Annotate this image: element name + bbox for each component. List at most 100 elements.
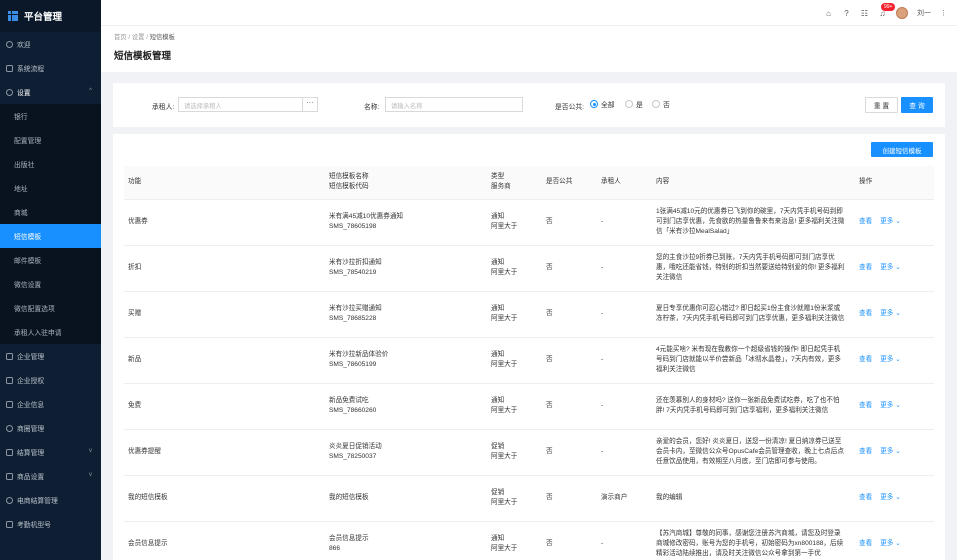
- view-link[interactable]: 查看: [859, 540, 872, 547]
- sidebar-item-7[interactable]: 电商结算管理: [0, 488, 101, 512]
- sidebar-item-10[interactable]: 承租人入驻申请: [0, 320, 101, 344]
- template-name: 我的短信模板: [329, 494, 369, 501]
- sidebar-item-2[interactable]: 企业授权: [0, 368, 101, 392]
- monitor-icon: [6, 400, 13, 408]
- cell-ops: 查看 更多 ⌄: [855, 291, 934, 338]
- template-provider: 阿里大于: [491, 315, 518, 322]
- sidebar-item-3[interactable]: 设置 ^: [0, 80, 101, 104]
- template-name: 会员信息提示: [329, 535, 369, 542]
- cell-ops: 查看 更多 ⌄: [855, 337, 934, 384]
- app-logo[interactable]: 平台管理: [0, 0, 101, 32]
- template-code: SMS_78685228: [329, 315, 377, 322]
- template-code: 866: [329, 545, 341, 552]
- monitor-icon: [6, 64, 13, 72]
- more-dropdown[interactable]: 更多 ⌄: [880, 494, 901, 501]
- more-dropdown[interactable]: 更多 ⌄: [880, 448, 901, 455]
- create-template-button[interactable]: 创建短信模板: [871, 142, 933, 157]
- circle-icon: [6, 496, 13, 504]
- bell-icon[interactable]: ♫ 99+: [878, 2, 896, 18]
- cell-ops: 查看 更多 ⌄: [855, 475, 934, 522]
- view-link[interactable]: 查看: [859, 448, 872, 455]
- radio-no-circle[interactable]: [652, 100, 660, 108]
- search-button[interactable]: 查 询: [901, 97, 933, 113]
- view-link[interactable]: 查看: [859, 356, 872, 363]
- sidebar-item-9[interactable]: 微信配置选项: [0, 296, 101, 320]
- table-row: 会员信息提示 会员信息提示 866 通知 阿里大于否 - 【苏汽商城】尊敬的同事，感谢您注册…: [124, 521, 934, 560]
- radio-yes-circle[interactable]: [625, 100, 633, 108]
- view-link[interactable]: 查看: [859, 264, 872, 271]
- view-link[interactable]: 查看: [859, 218, 872, 225]
- sidebar-item-8[interactable]: 微信设置: [0, 272, 101, 296]
- filter-panel: 承租人: 请选择承租人 ··· 名称: 请输入名称 是否公共: 全部 是 否 重…: [113, 83, 945, 127]
- sidebar-item-5[interactable]: 结算管理 v: [0, 440, 101, 464]
- cell-type: 通知 阿里大于: [487, 291, 542, 338]
- more-dropdown[interactable]: 更多 ⌄: [880, 402, 901, 409]
- avatar[interactable]: [896, 7, 908, 19]
- sidebar-item-4[interactable]: 地址: [0, 176, 101, 200]
- cell-public: 否: [542, 383, 597, 430]
- radio-no[interactable]: 否: [652, 99, 670, 109]
- more-dropdown[interactable]: 更多 ⌄: [880, 218, 901, 225]
- cell-name: 米有沙拉折扣通知 SMS_78540219: [325, 245, 487, 292]
- sidebar-item-2[interactable]: 配置管理: [0, 128, 101, 152]
- more-dropdown[interactable]: 更多 ⌄: [880, 310, 901, 317]
- sidebar-item-6[interactable]: 商品设置 v: [0, 464, 101, 488]
- user-name[interactable]: 刘一: [917, 8, 931, 18]
- page-header: 首页 / 设置 / 短信模板 短信模板管理: [101, 26, 957, 72]
- sidebar-item-6[interactable]: 短信模板: [0, 224, 101, 248]
- cell-content: 您的主食沙拉9折券已到账，7天内凭手机号码即可到门店享优惠，哦吃还能省钱，特别的…: [652, 245, 855, 292]
- more-dropdown[interactable]: 更多 ⌄: [880, 540, 901, 547]
- cell-type: 通知 阿里大于: [487, 337, 542, 384]
- more-vertical-icon[interactable]: ⋮: [940, 9, 947, 17]
- cell-tenant: -: [597, 429, 652, 476]
- more-dropdown[interactable]: 更多 ⌄: [880, 264, 901, 271]
- sidebar-item-1[interactable]: 银行: [0, 104, 101, 128]
- view-link[interactable]: 查看: [859, 310, 872, 317]
- radio-yes[interactable]: 是: [625, 99, 643, 109]
- sidebar-item-label: 地址: [14, 186, 28, 193]
- cell-name: 米有沙拉新品体验价 SMS_78605199: [325, 337, 487, 384]
- sidebar-item-5[interactable]: 商城: [0, 200, 101, 224]
- radio-all-circle[interactable]: [590, 100, 598, 108]
- sidebar-item-7[interactable]: 邮件模板: [0, 248, 101, 272]
- reset-button[interactable]: 重 置: [865, 97, 898, 113]
- sidebar-item-1[interactable]: 企业管理: [0, 344, 101, 368]
- view-link[interactable]: 查看: [859, 494, 872, 501]
- breadcrumb-home[interactable]: 首页: [114, 34, 127, 41]
- breadcrumb-parent[interactable]: 设置: [132, 34, 145, 41]
- cell-content: 还在羡慕别人的身材吗? 送你一张新品免费试吃券，吃了也不怕胖! 7天内凭手机号码…: [652, 383, 855, 430]
- sidebar-nav-bottom: 企业管理 企业授权 企业信息 商圈管理 结算管理 v 商品设置 v 电商结算管理 考勤机型号: [0, 344, 101, 536]
- sidebar-item-4[interactable]: 商圈管理: [0, 416, 101, 440]
- page-title: 短信模板管理: [114, 51, 172, 62]
- sidebar-item-label: 商城: [14, 210, 28, 217]
- sidebar-item-2[interactable]: 系统流程: [0, 56, 101, 80]
- name-input[interactable]: 请输入名称: [385, 97, 523, 112]
- sidebar-item-label: 微信配置选项: [14, 306, 55, 313]
- sidebar-item-label: 结算管理: [17, 450, 45, 457]
- grid-menu-icon[interactable]: ☷: [860, 9, 869, 18]
- sidebar-submenu-settings: 银行配置管理出版社地址商城短信模板邮件模板微信设置微信配置选项承租人入驻申请: [0, 104, 101, 344]
- tenant-select[interactable]: 请选择承租人: [178, 97, 303, 112]
- sidebar-item-3[interactable]: 出版社: [0, 152, 101, 176]
- sidebar-item-label: 邮件模板: [14, 258, 42, 265]
- view-link[interactable]: 查看: [859, 402, 872, 409]
- col-type-title: 类型: [491, 173, 505, 181]
- sidebar-item-8[interactable]: 考勤机型号: [0, 512, 101, 536]
- sidebar-item-1[interactable]: 欢迎: [0, 32, 101, 56]
- radio-all[interactable]: 全部: [590, 99, 615, 109]
- more-dropdown[interactable]: 更多 ⌄: [880, 356, 901, 363]
- radio-no-label: 否: [663, 102, 670, 109]
- cell-public: 否: [542, 521, 597, 560]
- compass-icon: [6, 424, 13, 432]
- sidebar-item-label: 企业授权: [17, 378, 45, 385]
- help-icon[interactable]: ?: [842, 9, 851, 18]
- home-icon[interactable]: ⌂: [824, 9, 833, 18]
- tenant-picker-button[interactable]: ···: [302, 97, 318, 112]
- sidebar-item-3[interactable]: 企业信息: [0, 392, 101, 416]
- chevron-icon: v: [89, 472, 92, 478]
- chevron-icon: v: [89, 448, 92, 454]
- cell-name: 米有沙拉买赠通知 SMS_78685228: [325, 291, 487, 338]
- template-name: 米有满45减10优惠券通知: [329, 213, 404, 220]
- table-row: 免费 新品免费试吃 SMS_78660260 通知 阿里大于否 - 还在羡慕别人的身材吗? …: [124, 383, 934, 430]
- sidebar-item-label: 配置管理: [14, 138, 42, 145]
